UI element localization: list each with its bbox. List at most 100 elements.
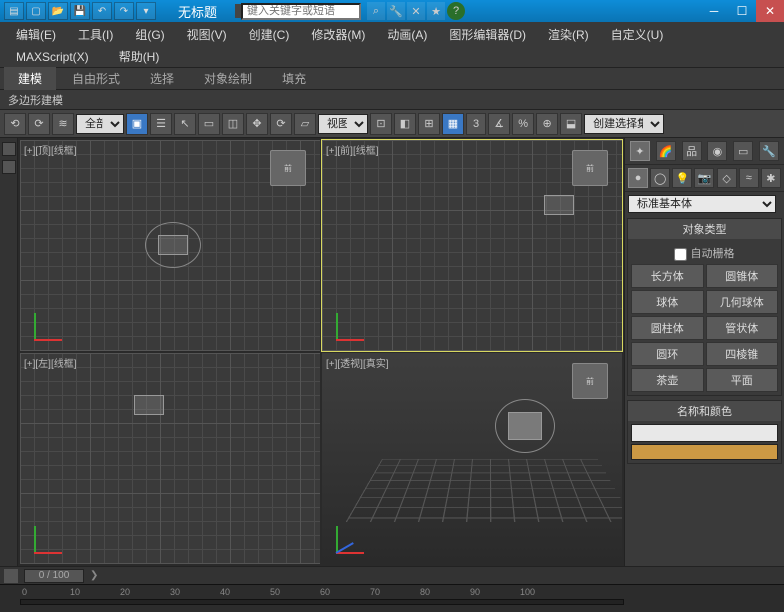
object-color-swatch[interactable] <box>631 444 778 460</box>
exchange-icon[interactable]: ✕ <box>407 2 425 20</box>
move-icon[interactable]: ✥ <box>246 113 268 135</box>
viewport-label[interactable]: [+][前][线框] <box>326 142 379 157</box>
pivot-icon[interactable]: ⊡ <box>370 113 392 135</box>
help-icon[interactable]: ? <box>447 2 465 20</box>
utilities-tab-icon[interactable]: 🔧 <box>759 141 779 161</box>
menu-views[interactable]: 视图(V) <box>179 24 235 45</box>
btn-plane[interactable]: 平面 <box>706 368 779 392</box>
modify-tab-icon[interactable]: 🌈 <box>656 141 676 161</box>
viewport-left[interactable]: [+][左][线框] <box>20 353 320 564</box>
time-slider-handle[interactable]: 0 / 100 <box>24 569 84 583</box>
rollout-header[interactable]: 对象类型 <box>628 219 781 239</box>
object-name-input[interactable] <box>631 424 778 442</box>
selection-filter-dropdown[interactable]: 全部 <box>76 114 124 134</box>
window-crossing-icon[interactable]: ◫ <box>222 113 244 135</box>
spinner-snap-icon[interactable]: ⊕ <box>536 113 558 135</box>
btn-tube[interactable]: 管状体 <box>706 316 779 340</box>
btn-geosphere[interactable]: 几何球体 <box>706 290 779 314</box>
angle-snap-icon[interactable]: ∡ <box>488 113 510 135</box>
btn-cylinder[interactable]: 圆柱体 <box>631 316 704 340</box>
display-tab-icon[interactable]: ▭ <box>733 141 753 161</box>
geometry-icon[interactable]: ● <box>628 168 648 188</box>
link-icon[interactable]: ⟲ <box>4 113 26 135</box>
search-input[interactable] <box>241 3 361 20</box>
select-arrow-icon[interactable]: ↖ <box>174 113 196 135</box>
viewcube[interactable]: 前 <box>572 363 608 399</box>
minimize-button[interactable]: ─ <box>700 0 728 22</box>
menu-customize[interactable]: 自定义(U) <box>603 24 672 45</box>
rollout-header[interactable]: 名称和颜色 <box>628 401 781 421</box>
menu-grapheditors[interactable]: 图形编辑器(D) <box>441 24 534 45</box>
snap-toggle-icon[interactable]: ▦ <box>442 113 464 135</box>
motion-tab-icon[interactable]: ◉ <box>707 141 727 161</box>
object-box[interactable] <box>134 395 164 415</box>
rail-btn-1[interactable] <box>2 142 16 156</box>
rail-btn-2[interactable] <box>2 160 16 174</box>
menu-group[interactable]: 组(G) <box>127 24 172 45</box>
viewport-perspective[interactable]: [+][透视][真实] 前 <box>322 353 622 564</box>
btn-sphere[interactable]: 球体 <box>631 290 704 314</box>
menu-help[interactable]: 帮助(H) <box>111 46 168 67</box>
timeline-toggle-icon[interactable] <box>4 569 18 583</box>
rotate-icon[interactable]: ⟳ <box>270 113 292 135</box>
binoculars-icon[interactable]: ⌕ <box>367 2 385 20</box>
object-box[interactable] <box>158 235 188 255</box>
track-bar[interactable]: 0 10 20 30 40 50 60 70 80 90 100 <box>0 584 784 612</box>
save-icon[interactable]: 💾 <box>70 2 90 20</box>
hierarchy-tab-icon[interactable]: 品 <box>682 141 702 161</box>
tab-populate[interactable]: 填充 <box>268 67 320 90</box>
maximize-button[interactable]: ☐ <box>728 0 756 22</box>
cameras-icon[interactable]: 📷 <box>694 168 714 188</box>
keyboard-icon[interactable]: ⊞ <box>418 113 440 135</box>
select-name-icon[interactable]: ☰ <box>150 113 172 135</box>
menu-maxscript[interactable]: MAXScript(X) <box>8 48 97 66</box>
named-selection-dropdown[interactable]: 创建选择集 <box>584 114 664 134</box>
tab-objectpaint[interactable]: 对象绘制 <box>190 67 266 90</box>
wrench-icon[interactable]: 🔧 <box>387 2 405 20</box>
snap-3-icon[interactable]: 3 <box>466 113 486 135</box>
object-box[interactable] <box>544 195 574 215</box>
geometry-type-dropdown[interactable]: 标准基本体 <box>628 195 776 213</box>
viewcube[interactable]: 前 <box>572 150 608 186</box>
redo-icon[interactable]: ↷ <box>114 2 134 20</box>
btn-cone[interactable]: 圆锥体 <box>706 264 779 288</box>
tab-freeform[interactable]: 自由形式 <box>58 67 134 90</box>
menu-tools[interactable]: 工具(I) <box>70 24 121 45</box>
viewport-front[interactable]: [+][前][线框] 前 <box>322 140 622 351</box>
close-button[interactable]: ✕ <box>756 0 784 22</box>
menu-create[interactable]: 创建(C) <box>241 24 298 45</box>
btn-box[interactable]: 长方体 <box>631 264 704 288</box>
btn-teapot[interactable]: 茶壶 <box>631 368 704 392</box>
undo-icon[interactable]: ↶ <box>92 2 112 20</box>
manip-icon[interactable]: ◧ <box>394 113 416 135</box>
named-sel-icon[interactable]: ⬓ <box>560 113 582 135</box>
percent-snap-icon[interactable]: % <box>512 113 534 135</box>
time-slider[interactable]: 0 / 100 ❯ <box>0 566 784 584</box>
shapes-icon[interactable]: ◯ <box>650 168 670 188</box>
scale-icon[interactable]: ▱ <box>294 113 316 135</box>
autogrid-checkbox[interactable] <box>674 248 687 261</box>
menu-animation[interactable]: 动画(A) <box>379 24 435 45</box>
create-tab-icon[interactable]: ✦ <box>630 141 650 161</box>
viewport-label[interactable]: [+][左][线框] <box>24 355 77 370</box>
spacewarps-icon[interactable]: ≈ <box>739 168 759 188</box>
menu-modifiers[interactable]: 修改器(M) <box>303 24 373 45</box>
systems-icon[interactable]: ✱ <box>761 168 781 188</box>
viewport-label[interactable]: [+][顶][线框] <box>24 142 77 157</box>
bind-icon[interactable]: ≋ <box>52 113 74 135</box>
track-range[interactable] <box>20 599 624 605</box>
btn-pyramid[interactable]: 四棱锥 <box>706 342 779 366</box>
tab-selection[interactable]: 选择 <box>136 67 188 90</box>
select-object-icon[interactable]: ▣ <box>126 113 148 135</box>
tab-modeling[interactable]: 建模 <box>4 67 56 90</box>
viewcube[interactable]: 前 <box>270 150 306 186</box>
unlink-icon[interactable]: ⟳ <box>28 113 50 135</box>
helpers-icon[interactable]: ◇ <box>717 168 737 188</box>
timeline-expand-icon[interactable]: ❯ <box>90 570 98 581</box>
rect-region-icon[interactable]: ▭ <box>198 113 220 135</box>
viewport-label[interactable]: [+][透视][真实] <box>326 355 389 370</box>
menu-rendering[interactable]: 渲染(R) <box>540 24 597 45</box>
new-icon[interactable]: ▢ <box>26 2 46 20</box>
app-menu-icon[interactable]: ▤ <box>4 2 24 20</box>
lights-icon[interactable]: 💡 <box>672 168 692 188</box>
